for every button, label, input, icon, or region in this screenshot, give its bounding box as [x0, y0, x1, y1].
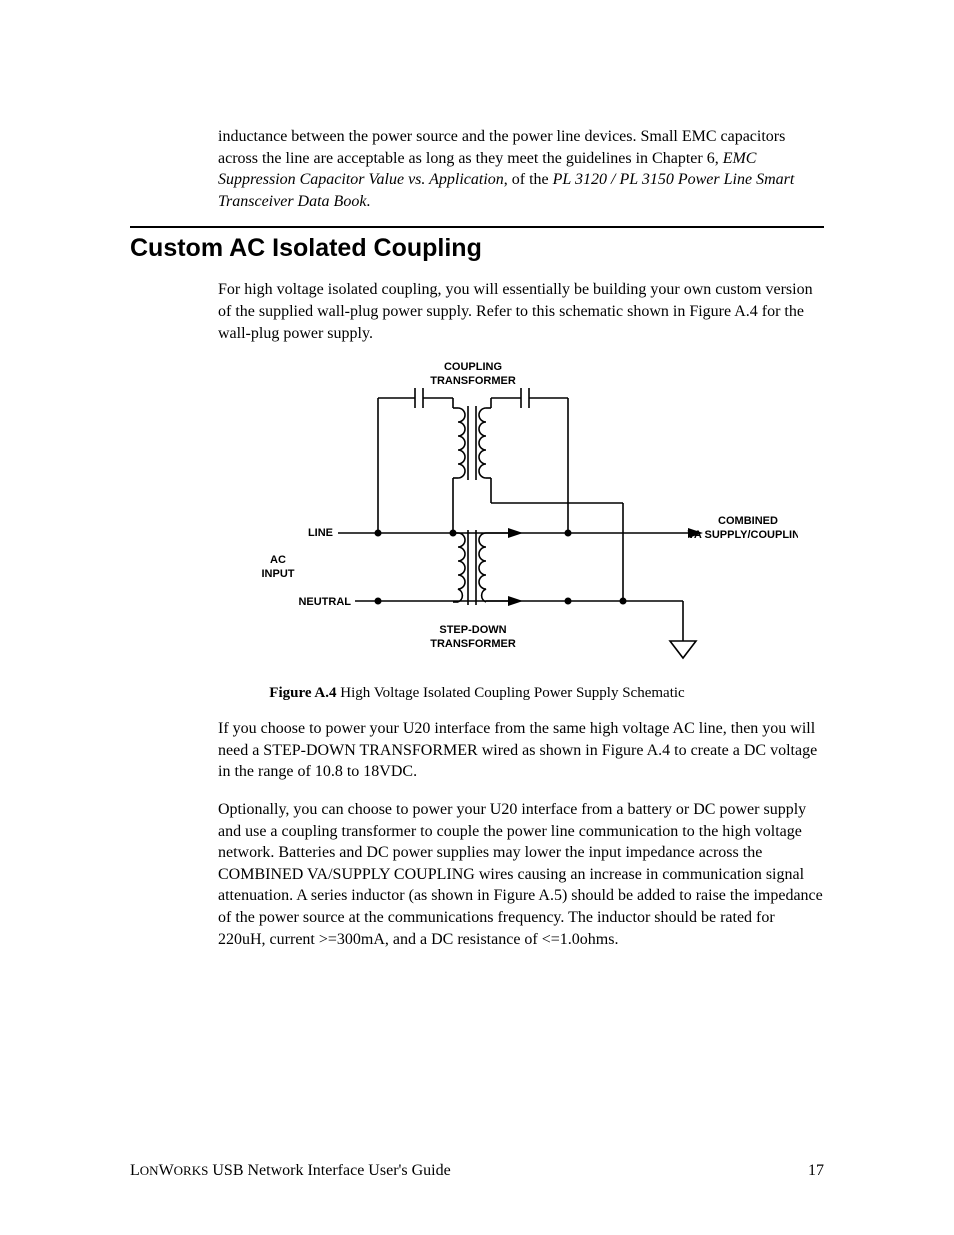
label-neutral: NEUTRAL: [298, 596, 351, 608]
caption-rest: High Voltage Isolated Coupling Power Sup…: [337, 685, 685, 701]
label-vasupply: VA SUPPLY/COUPLING: [687, 529, 798, 541]
label-ac: AC: [270, 554, 286, 566]
label-combined: COMBINED: [718, 515, 778, 527]
label-line: LINE: [308, 527, 333, 539]
label-stepdown1: STEP-DOWN: [439, 624, 506, 636]
figure-a4: COUPLING TRANSFORMER LINE AC INPUT NEUTR…: [218, 358, 824, 673]
para-4: Optionally, you can choose to power your…: [218, 799, 824, 950]
label-coupling1: COUPLING: [444, 361, 502, 373]
label-input: INPUT: [262, 568, 295, 580]
label-coupling2: TRANSFORMER: [430, 375, 516, 387]
caption-bold: Figure A.4: [269, 685, 336, 701]
page-number: 17: [808, 1162, 824, 1180]
para1-a: inductance between the power source and …: [218, 128, 785, 167]
para1-e: .: [366, 193, 370, 210]
footer-brand: LONWORKS: [130, 1162, 208, 1179]
footer-rest: USB Network Interface User's Guide: [208, 1162, 450, 1179]
section-divider: [130, 226, 824, 228]
label-stepdown2: TRANSFORMER: [430, 638, 516, 650]
para-3: If you choose to power your U20 interfac…: [218, 718, 824, 783]
para-2: For high voltage isolated coupling, you …: [218, 279, 824, 344]
schematic-svg: COUPLING TRANSFORMER LINE AC INPUT NEUTR…: [218, 358, 798, 668]
section-heading: Custom AC Isolated Coupling: [130, 234, 824, 263]
figure-caption: Figure A.4 High Voltage Isolated Couplin…: [130, 685, 824, 702]
footer-title: LONWORKS USB Network Interface User's Gu…: [130, 1162, 451, 1180]
page-footer: LONWORKS USB Network Interface User's Gu…: [130, 1162, 824, 1180]
intro-paragraph: inductance between the power source and …: [218, 126, 824, 212]
para1-c: , of the: [504, 171, 553, 188]
